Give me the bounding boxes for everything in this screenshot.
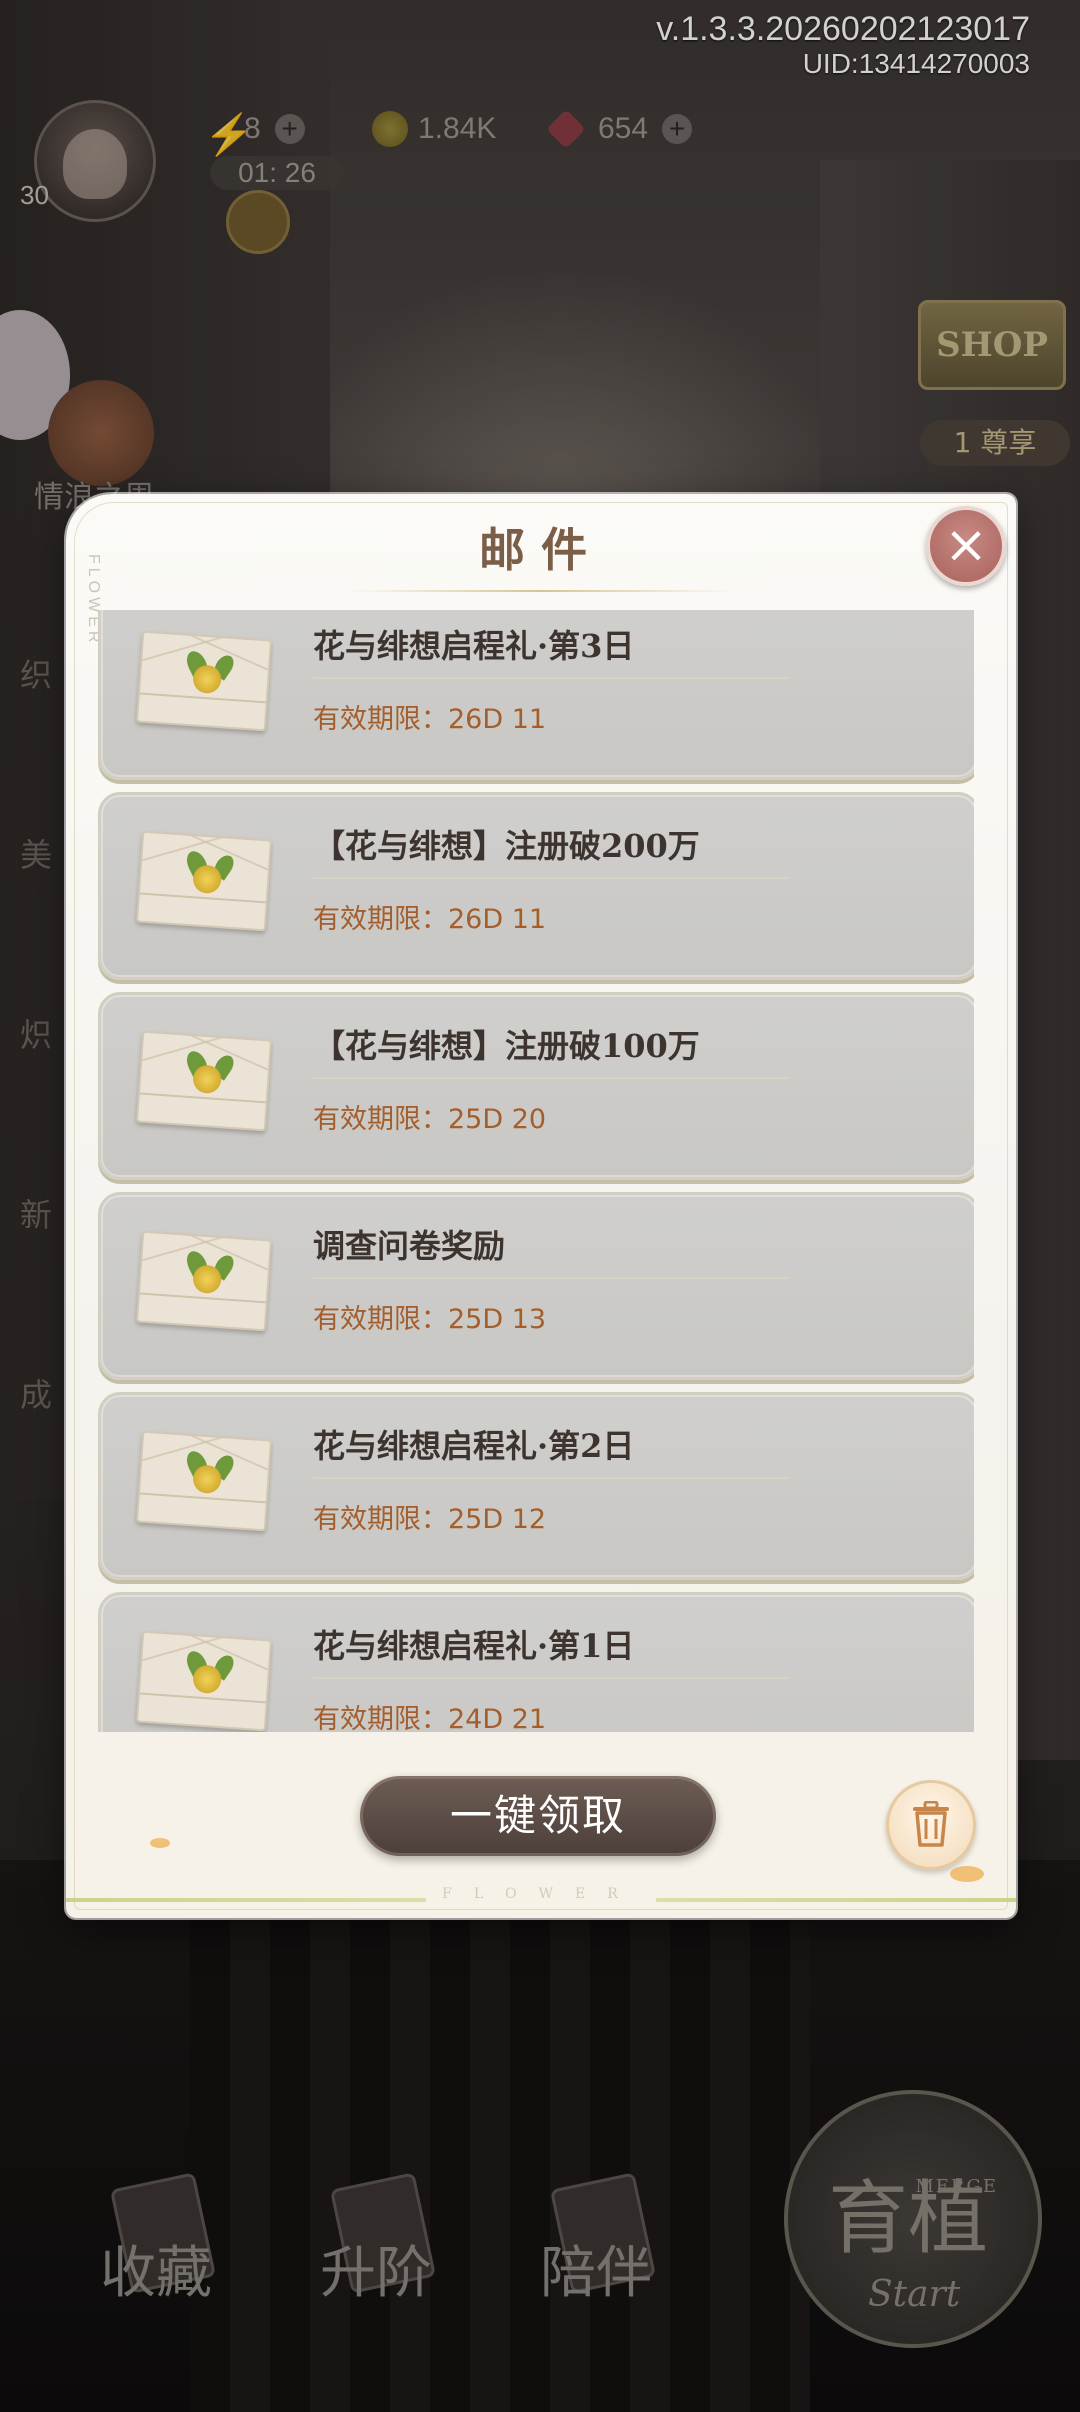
mail-dialog: FLOWER 邮件 × 花与绯想启程礼·第3日 有效期限：26D 11 【花与绯… <box>66 494 1016 1918</box>
mail-title: 【花与绯想】注册破100万 <box>313 1027 700 1065</box>
claim-all-button[interactable]: 一键领取 <box>360 1776 716 1856</box>
dialog-title: 邮件 <box>479 523 603 577</box>
mail-item[interactable]: 【花与绯想】注册破100万 有效期限：25D 20 <box>98 992 974 1180</box>
delete-button[interactable] <box>886 1780 976 1870</box>
mail-list[interactable]: 花与绯想启程礼·第3日 有效期限：26D 11 【花与绯想】注册破200万 有效… <box>94 610 974 1732</box>
mail-item[interactable]: 花与绯想启程礼·第2日 有效期限：25D 12 <box>98 1392 974 1580</box>
envelope-icon <box>135 1430 273 1532</box>
mail-expiry: 有效期限：25D 20 <box>313 1104 547 1135</box>
mail-item[interactable]: 花与绯想启程礼·第1日 有效期限：24D 21 <box>98 1592 974 1732</box>
mail-expiry: 有效期限：26D 11 <box>313 704 547 735</box>
mail-item[interactable]: 调查问卷奖励 有效期限：25D 13 <box>98 1192 974 1380</box>
trash-icon <box>913 1801 949 1847</box>
mail-title: 调查问卷奖励 <box>313 1227 506 1265</box>
mail-divider <box>313 877 789 879</box>
mail-expiry: 有效期限：24D 21 <box>313 1704 547 1732</box>
envelope-icon <box>135 1630 273 1732</box>
mail-title: 花与绯想启程礼·第2日 <box>313 1427 635 1465</box>
mail-divider <box>313 1077 789 1079</box>
envelope-icon <box>135 630 273 732</box>
mail-item[interactable]: 【花与绯想】注册破200万 有效期限：26D 11 <box>98 792 974 980</box>
mail-expiry: 有效期限：26D 11 <box>313 904 547 935</box>
mail-item[interactable]: 花与绯想启程礼·第3日 有效期限：26D 11 <box>98 610 974 780</box>
close-button[interactable]: × <box>926 506 1006 586</box>
footer-decoration: FLOWER <box>66 1886 1016 1902</box>
envelope-icon <box>135 1030 273 1132</box>
title-divider <box>346 590 736 592</box>
close-icon: × <box>944 515 988 575</box>
mail-title: 花与绯想启程礼·第3日 <box>313 627 635 665</box>
envelope-icon <box>135 1230 273 1332</box>
mail-expiry: 有效期限：25D 12 <box>313 1504 547 1535</box>
sparkle-decoration <box>150 1838 170 1848</box>
envelope-icon <box>135 830 273 932</box>
mail-title: 花与绯想启程礼·第1日 <box>313 1627 635 1665</box>
mail-divider <box>313 677 789 679</box>
sparkle-decoration <box>950 1866 984 1882</box>
mail-title: 【花与绯想】注册破200万 <box>313 827 700 865</box>
mail-divider <box>313 1277 789 1279</box>
mail-expiry: 有效期限：25D 13 <box>313 1304 547 1335</box>
mail-divider <box>313 1677 789 1679</box>
mail-divider <box>313 1477 789 1479</box>
footer-decoration-text: FLOWER <box>426 1886 656 1902</box>
